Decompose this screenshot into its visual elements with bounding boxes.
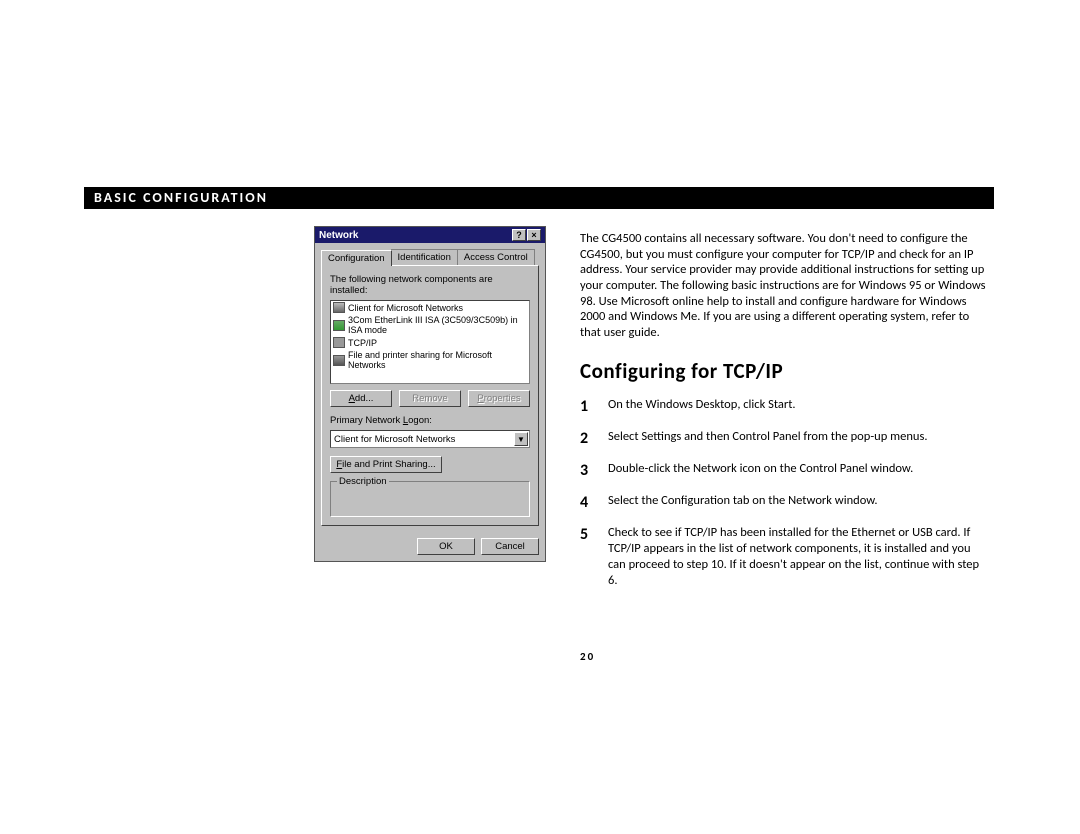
help-icon[interactable]: ?: [512, 229, 526, 241]
chevron-down-icon[interactable]: ▼: [514, 432, 528, 446]
components-listbox[interactable]: Client for Microsoft Networks 3Com Ether…: [330, 300, 530, 384]
tab-strip: Configuration Identification Access Cont…: [321, 249, 539, 265]
primary-logon-value: Client for Microsoft Networks: [334, 434, 455, 445]
page-number: 20: [580, 650, 595, 663]
step-item: 3 Double-click the Network icon on the Co…: [580, 461, 990, 481]
step-item: 4 Select the Configuration tab on the Net…: [580, 493, 990, 513]
step-item: 2 Select Settings and then Control Panel …: [580, 429, 990, 449]
tab-panel-configuration: The following network components are ins…: [321, 265, 539, 526]
file-print-sharing-button[interactable]: File and Print Sharing...: [330, 456, 442, 473]
step-text: Check to see if TCP/IP has been installe…: [608, 525, 990, 590]
dialog-titlebar: Network ? ×: [315, 227, 545, 243]
protocol-icon: [333, 337, 345, 348]
section-banner: BASIC CONFIGURATION: [84, 187, 994, 209]
step-number: 2: [580, 429, 592, 449]
service-icon: [333, 355, 345, 366]
list-item[interactable]: TCP/IP: [331, 336, 529, 349]
list-item[interactable]: Client for Microsoft Networks: [331, 301, 529, 314]
primary-logon-label: Primary Network Logon:: [330, 415, 530, 426]
tab-configuration[interactable]: Configuration: [321, 250, 392, 266]
step-number: 5: [580, 525, 592, 590]
step-text: Select Settings and then Control Panel f…: [608, 429, 928, 449]
network-dialog-screenshot: Network ? × Configuration Identification…: [314, 226, 546, 562]
list-item[interactable]: File and printer sharing for Microsoft N…: [331, 349, 529, 371]
step-text: On the Windows Desktop, click Start.: [608, 397, 796, 417]
step-text: Double-click the Network icon on the Con…: [608, 461, 913, 481]
tab-identification[interactable]: Identification: [391, 249, 458, 265]
adapter-icon: [333, 320, 345, 331]
steps-list: 1On the Windows Desktop, click Start. 2S…: [580, 397, 990, 590]
list-item[interactable]: 3Com EtherLink III ISA (3C509/3C509b) in…: [331, 314, 529, 336]
ok-button[interactable]: OK: [417, 538, 475, 555]
remove-button: Remove: [399, 390, 461, 407]
properties-button: Properties: [468, 390, 530, 407]
section-heading: Configuring for TCP/IP: [580, 358, 990, 384]
components-label: The following network components are ins…: [330, 274, 530, 296]
client-icon: [333, 302, 345, 313]
intro-paragraph: The CG4500 contains all necessary softwa…: [580, 231, 990, 340]
step-text: Select the Configuration tab on the Netw…: [608, 493, 878, 513]
dialog-title: Network: [319, 230, 358, 241]
description-label: Description: [337, 476, 389, 487]
step-item: 1 On the Windows Desktop, click Start.: [580, 397, 990, 417]
step-number: 3: [580, 461, 592, 481]
step-number: 1: [580, 397, 592, 417]
step-item: 5Check to see if TCP/IP has been install…: [580, 525, 990, 590]
step-number: 4: [580, 493, 592, 513]
primary-logon-dropdown[interactable]: Client for Microsoft Networks ▼: [330, 430, 530, 448]
add-rest: dd...: [355, 393, 374, 404]
cancel-button[interactable]: Cancel: [481, 538, 539, 555]
description-groupbox: Description: [330, 481, 530, 517]
main-content: The CG4500 contains all necessary softwa…: [580, 231, 990, 602]
close-icon[interactable]: ×: [527, 229, 541, 241]
add-button[interactable]: Add...: [330, 390, 392, 407]
tab-access-control[interactable]: Access Control: [457, 249, 535, 265]
